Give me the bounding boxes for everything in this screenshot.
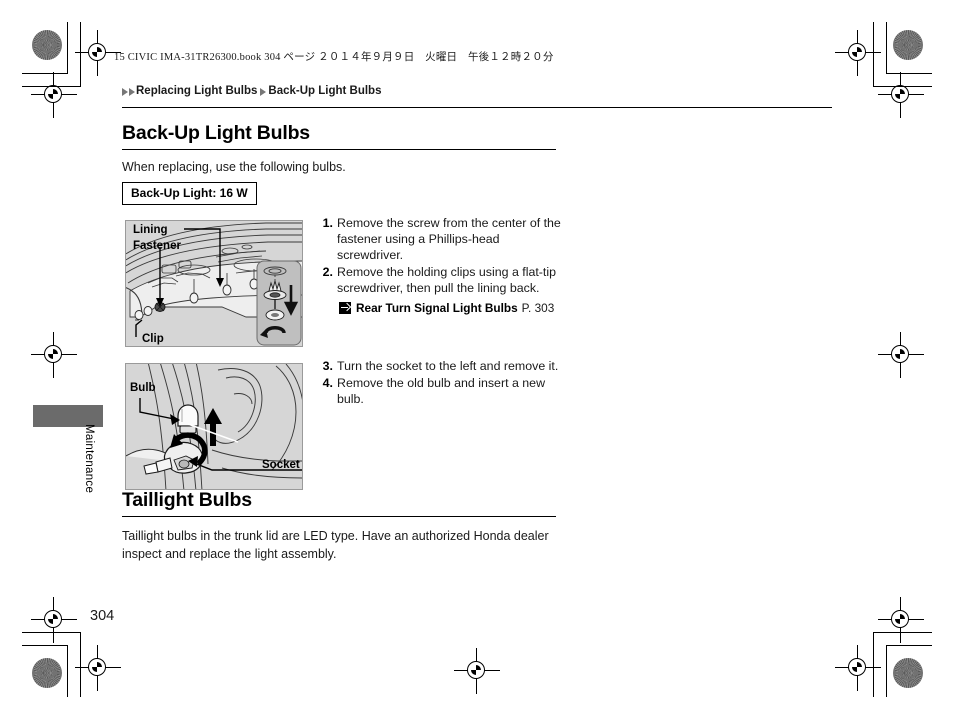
figure1-label-clip: Clip [142, 333, 164, 346]
trim-line-bottom-right-vertical-inner [873, 632, 875, 697]
instruction-steps-top: 1. Remove the screw from the center of t… [318, 216, 563, 314]
section-title-divider [122, 148, 556, 151]
registration-dot-top-right [893, 30, 923, 60]
step-number: 3. [322, 359, 333, 374]
page-title: Back-Up Light Bulbs [122, 121, 310, 144]
breadcrumb-divider [122, 106, 832, 108]
trim-line-bottom-left-vertical-inner [80, 632, 82, 697]
instruction-step: 2. Remove the holding clips using a flat… [318, 265, 563, 297]
trim-line-bottom-right-horizontal-outer [886, 645, 932, 647]
registration-mark-top-right [835, 30, 881, 76]
registration-mark-middle-left [31, 332, 77, 378]
registration-mark-upper-right [878, 72, 924, 118]
trim-line-top-left-horizontal-inner [22, 86, 81, 88]
trim-line-top-left-vertical-outer [67, 22, 69, 74]
step-number: 1. [322, 216, 333, 231]
instruction-step: 4. Remove the old bulb and insert a new … [318, 376, 563, 408]
step-number: 2. [322, 264, 333, 279]
trim-line-bottom-right-horizontal-inner [873, 632, 932, 634]
taillight-section: Taillight Bulbs Taillight bulbs in the t… [122, 489, 832, 563]
bulb-spec-box: Back-Up Light: 16 W [122, 182, 257, 206]
cross-reference-link[interactable]: Rear Turn Signal Light Bulbs P. 303 [339, 301, 563, 315]
trim-line-top-right-vertical-inner [873, 22, 875, 87]
trim-line-top-right-horizontal-outer [886, 73, 932, 75]
instruction-steps-bottom: 3. Turn the socket to the left and remov… [318, 359, 563, 409]
figure1-label-fastener: Fastener [133, 240, 181, 253]
page-content: Replacing Light Bulbs Back-Up Light Bulb… [122, 85, 832, 491]
figure1-label-lining: Lining [133, 224, 168, 237]
breadcrumb-parent[interactable]: Replacing Light Bulbs [136, 85, 257, 98]
cross-reference-page: P. 303 [521, 300, 555, 315]
trim-line-top-right-vertical-outer [886, 22, 888, 74]
registration-dot-bottom-right [893, 658, 923, 688]
taillight-title: Taillight Bulbs [122, 489, 252, 511]
step-text: Remove the old bulb and insert a new bul… [337, 376, 546, 406]
trim-line-bottom-left-horizontal-inner [22, 632, 81, 634]
figure2-label-bulb: Bulb [130, 382, 156, 395]
figure2-label-socket: Socket [262, 459, 300, 472]
print-header: 15 CIVIC IMA-31TR26300.book 304 ページ ２０１４… [114, 52, 554, 63]
registration-dot-bottom-left [32, 658, 62, 688]
breadcrumb-arrow-icon-2 [129, 87, 135, 96]
trim-line-bottom-left-horizontal-outer [22, 645, 68, 647]
cross-reference-title: Rear Turn Signal Light Bulbs [356, 300, 518, 315]
trim-line-top-right-horizontal-inner [873, 86, 932, 88]
breadcrumb-arrow-icon-1 [122, 87, 128, 96]
registration-mark-bottom-right [835, 645, 881, 691]
trim-line-bottom-left-vertical-outer [67, 645, 69, 697]
registration-mark-bottom-left [75, 645, 121, 691]
instruction-step: 1. Remove the screw from the center of t… [318, 216, 563, 264]
registration-mark-lower-left [31, 597, 77, 643]
registration-mark-bottom-center [454, 648, 500, 694]
section-lead-text: When replacing, use the following bulbs. [122, 160, 346, 175]
step-text: Turn the socket to the left and remove i… [337, 359, 559, 374]
trim-line-top-left-vertical-inner [80, 22, 82, 87]
step-number: 4. [322, 376, 333, 391]
jump-arrow-icon [339, 301, 351, 314]
chapter-tab-label: Maintenance [83, 424, 95, 494]
instruction-step: 3. Turn the socket to the left and remov… [318, 359, 563, 375]
breadcrumb: Replacing Light Bulbs Back-Up Light Bulb… [122, 85, 832, 98]
registration-mark-lower-right [878, 597, 924, 643]
taillight-body-text: Taillight bulbs in the trunk lid are LED… [122, 529, 549, 561]
registration-mark-middle-right [878, 332, 924, 378]
registration-dot-top-left [32, 30, 62, 60]
page-number: 304 [90, 608, 115, 624]
step-text: Remove the screw from the center of the … [337, 216, 561, 262]
step-text: Remove the holding clips using a flat-ti… [337, 264, 557, 295]
registration-mark-upper-left [31, 72, 77, 118]
breadcrumb-arrow-icon-3 [260, 87, 267, 96]
trim-line-bottom-right-vertical-outer [886, 645, 888, 697]
taillight-title-divider [122, 516, 556, 518]
trim-line-top-left-horizontal-outer [22, 73, 68, 75]
breadcrumb-current: Back-Up Light Bulbs [268, 85, 382, 97]
